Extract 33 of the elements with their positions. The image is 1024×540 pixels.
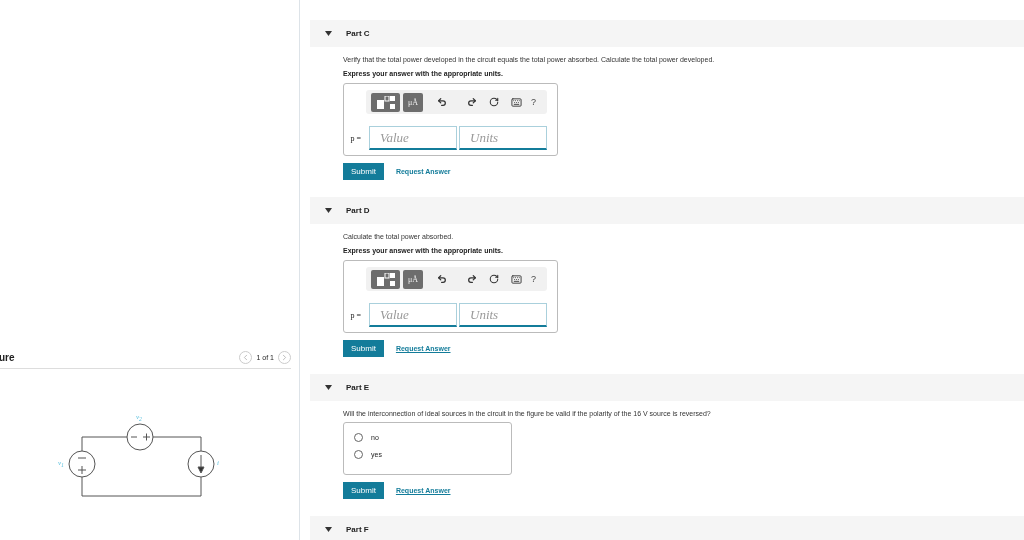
part-header[interactable]: Part C [310,20,1024,47]
part-header[interactable]: Part D [310,197,1024,224]
part-title: Part D [346,206,370,215]
template-icon [375,272,396,286]
help-button[interactable]: ? [527,274,536,284]
units-field[interactable]: Units [459,303,547,327]
template-icon [375,95,396,109]
help-button[interactable]: ? [527,97,536,107]
radio-button[interactable] [354,450,363,459]
figure-title: ure [0,351,15,363]
units-field[interactable]: Units [459,126,547,150]
value-field[interactable]: Value [369,126,457,150]
submit-button[interactable]: Submit [343,340,384,357]
caret-icon [325,527,332,532]
variable-label: p = [350,133,361,143]
part-title: Part E [346,383,370,392]
chevron-right-icon [280,352,289,362]
template-button[interactable] [371,269,400,289]
submit-button[interactable]: Submit [343,163,384,180]
caret-icon [325,385,332,390]
caret-icon [325,31,332,36]
part-header[interactable]: Part F [310,516,1024,540]
submit-button[interactable]: Submit [343,482,384,499]
units-button[interactable]: μÅ [403,92,423,112]
units-button[interactable]: μÅ [403,269,423,289]
template-button[interactable] [371,92,400,112]
part-title: Part C [346,29,370,38]
radio-button[interactable] [354,433,363,442]
variable-label: p = [350,310,361,320]
part-header[interactable]: Part E [310,374,1024,401]
value-field[interactable]: Value [369,303,457,327]
caret-icon [325,208,332,213]
part-title: Part F [346,525,369,534]
